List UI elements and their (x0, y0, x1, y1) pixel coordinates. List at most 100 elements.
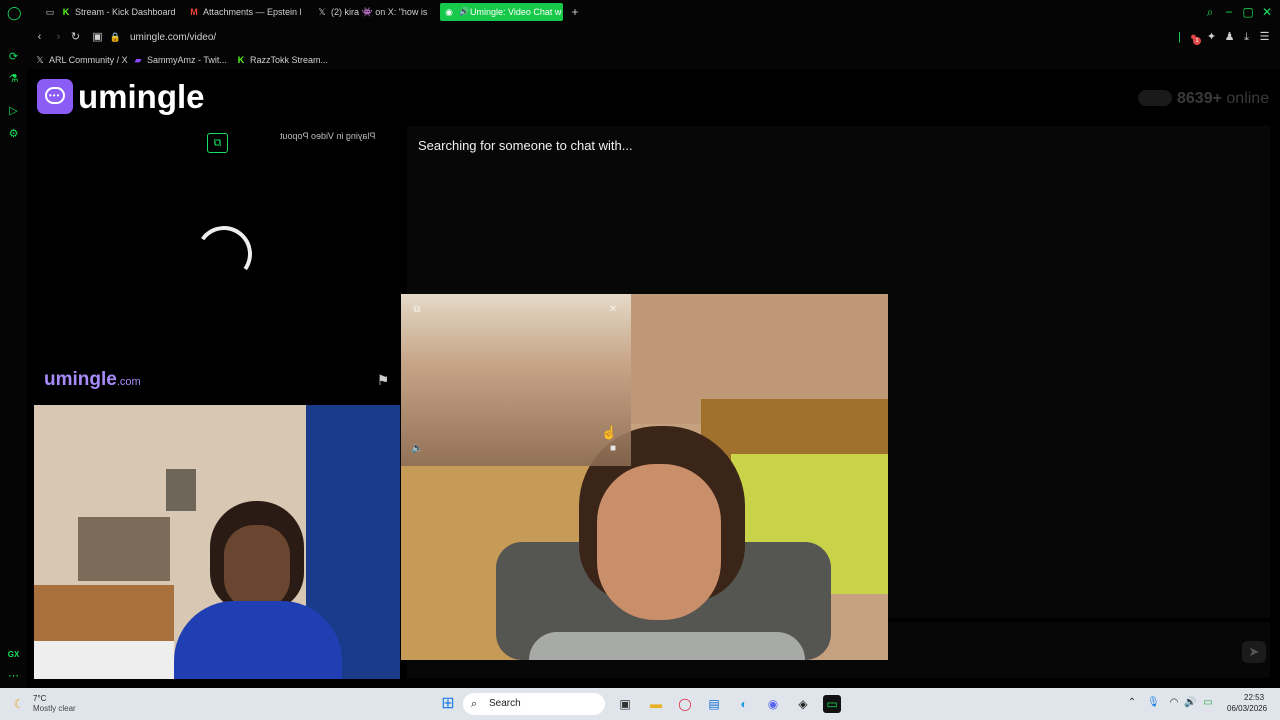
bookmark-label: RazzTokk Stream... (250, 55, 329, 65)
mouse-cursor-icon: ☝ (601, 425, 618, 440)
clock-date[interactable]: 06/03/2026 (1227, 704, 1267, 714)
bookmark-razztokk[interactable]: K RazzTokk Stream... (236, 53, 328, 67)
bed-sheets (34, 641, 174, 679)
tab-label: (2) kira 👾 on X: "how is th (331, 7, 429, 17)
opera-gx-taskbar-icon[interactable]: ▭ (823, 695, 841, 713)
extensions-puzzle-icon[interactable]: ✦ (1205, 31, 1218, 44)
tab-label: Stream - Kick Dashboard (75, 7, 176, 17)
more-icon[interactable]: ⋯ (7, 670, 20, 683)
stranger-face (597, 464, 721, 620)
chat-dots-icon: ••• (49, 91, 61, 100)
reload-button[interactable]: ↻ (69, 31, 82, 44)
gx-cleaner-icon[interactable]: ⚗ (7, 73, 20, 86)
battery-icon[interactable]: ▭ (1202, 697, 1214, 709)
searching-status: Searching for someone to chat with... (418, 138, 633, 153)
site-logo[interactable]: umingle (78, 79, 205, 115)
opera-gx-logo-icon[interactable]: ◯ (7, 6, 22, 19)
close-popout-icon[interactable]: ✕ (607, 304, 619, 316)
x-icon: 𝕏 (36, 55, 44, 65)
wall-poster-large (78, 517, 170, 581)
weather-moon-icon[interactable]: ☾ (10, 695, 28, 713)
clock-time[interactable]: 22:53 (1244, 693, 1264, 703)
wifi-icon[interactable]: ◠ (1168, 697, 1180, 709)
online-label: online (1226, 90, 1270, 107)
snapshot-icon[interactable]: ▣ (91, 31, 104, 44)
extension-badge: 1 (1193, 37, 1201, 45)
popout-control-overlay: ⧉ ✕ 🔈 ■ ☝ (401, 294, 631, 466)
easy-setup-icon[interactable]: ☰ (1258, 31, 1271, 44)
bookmark-sammyamz[interactable]: ▰ SammyAmz - Twit... (133, 53, 227, 67)
windows-taskbar: ☾ 7°C Mostly clear ⊞ ⌕ Search ▣ ▬ ◯ ▤ ◐ … (0, 688, 1280, 720)
kick-icon: K (237, 55, 245, 65)
tab-strip: ▭ K Stream - Kick Dashboard M Attachment… (27, 0, 1280, 24)
kick-icon: K (62, 7, 70, 17)
minimize-button[interactable]: − (1222, 5, 1236, 19)
umingle-watermark: umingle.com (44, 369, 141, 393)
taskbar-search[interactable]: ⌕ Search (463, 693, 605, 715)
forward-button[interactable]: › (52, 31, 65, 44)
self-webcam-video (34, 405, 400, 679)
back-button[interactable]: ‹ (33, 31, 46, 44)
tab-gmail-attachments[interactable]: M Attachments — Epstein Em (185, 3, 301, 21)
store-icon[interactable]: ▤ (705, 695, 723, 713)
url-field[interactable]: umingle.com/video/ (130, 31, 216, 44)
downloads-icon[interactable]: ⤓ (1240, 31, 1253, 44)
tab-label: Attachments — Epstein Em (203, 7, 301, 17)
discord-icon[interactable]: ◉ (764, 695, 782, 713)
speaker-icon: 🔊 (459, 7, 469, 16)
app-icon[interactable]: ◈ (794, 695, 812, 713)
bookmark-label: SammyAmz - Twit... (147, 55, 227, 65)
sidebar-toggle-icon[interactable]: | (1173, 31, 1186, 44)
wall-poster-small (166, 469, 196, 511)
search-tabs-icon[interactable]: ⌕ (1203, 5, 1217, 19)
lock-icon[interactable]: 🔒 (109, 31, 122, 44)
back-to-tab-icon[interactable]: ⧉ (411, 304, 423, 316)
video-popout-icon[interactable]: ⧉ (207, 133, 228, 153)
file-explorer-icon[interactable]: ▬ (647, 695, 665, 713)
bookmark-label: ARL Community / X (49, 55, 128, 65)
watermark-text: umingle (44, 369, 117, 390)
maximize-button[interactable]: ▢ (1241, 5, 1255, 19)
tab-umingle[interactable]: ◉ 🔊 Umingle: Video Chat w (440, 3, 563, 21)
windows-start-icon[interactable]: ⊞ (439, 695, 457, 713)
gx-sidebar: ◯ ⟳ ⚗ ▷ ⚙ GX ⋯ (0, 0, 27, 688)
speaker-tray-icon[interactable]: 🔊 (1184, 697, 1196, 709)
online-count: 8639+ (1177, 90, 1222, 107)
watermark-suffix: .com (116, 376, 141, 388)
report-flag-icon[interactable]: ⚑ (374, 372, 392, 388)
tab-kick-dashboard[interactable]: K Stream - Kick Dashboard (57, 3, 185, 21)
bookmark-arl-community[interactable]: 𝕏 ARL Community / X (35, 53, 128, 67)
send-button[interactable]: ➤ (1242, 641, 1266, 663)
settings-gear-icon[interactable]: ⚙ (7, 128, 20, 141)
volume-icon[interactable]: 🔈 (411, 443, 423, 455)
bookmarks-bar: 𝕏 ARL Community / X ▰ SammyAmz - Twit...… (27, 51, 1280, 69)
weather-description[interactable]: Mostly clear (33, 704, 76, 714)
popout-status-label: Playing in Video Popout (280, 131, 376, 141)
weather-temperature[interactable]: 7°C (33, 694, 46, 704)
new-tab-button[interactable]: + (568, 5, 582, 19)
online-toggle[interactable] (1138, 90, 1172, 106)
umingle-logo-icon[interactable]: ••• (37, 79, 73, 114)
account-icon[interactable]: ♟ (1223, 31, 1236, 44)
x-icon: 𝕏 (318, 7, 326, 17)
tab-label: Umingle: Video Chat w (470, 7, 562, 17)
edge-icon[interactable]: ◐ (735, 695, 753, 713)
online-counter: 8639+ online (1177, 89, 1269, 108)
gx-corner-icon[interactable]: GX (7, 648, 20, 661)
gx-control-icon[interactable]: ⟳ (7, 51, 20, 64)
tray-chevron-icon[interactable]: ⌃ (1126, 697, 1138, 709)
close-window-button[interactable]: ✕ (1260, 5, 1274, 19)
tab-menu-icon: ▭ (45, 7, 55, 17)
microphone-icon[interactable]: 🎙 (1147, 697, 1160, 709)
address-bar: ‹ › ↻ ▣ 🔒 umingle.com/video/ | ● 1 ✦ ♟ ⤓… (27, 24, 1280, 51)
umingle-icon: ◉ (445, 7, 453, 17)
gmail-icon: M (190, 7, 198, 17)
tab-x-post[interactable]: 𝕏 (2) kira 👾 on X: "how is th (313, 3, 429, 21)
search-icon: ⌕ (471, 698, 478, 710)
person-face (224, 525, 290, 609)
player-icon[interactable]: ▷ (7, 105, 20, 118)
resize-handle-icon[interactable]: ■ (607, 443, 619, 455)
opera-icon[interactable]: ◯ (676, 695, 694, 713)
task-view-icon[interactable]: ▣ (616, 695, 634, 713)
chelsea-shirt (174, 601, 342, 679)
